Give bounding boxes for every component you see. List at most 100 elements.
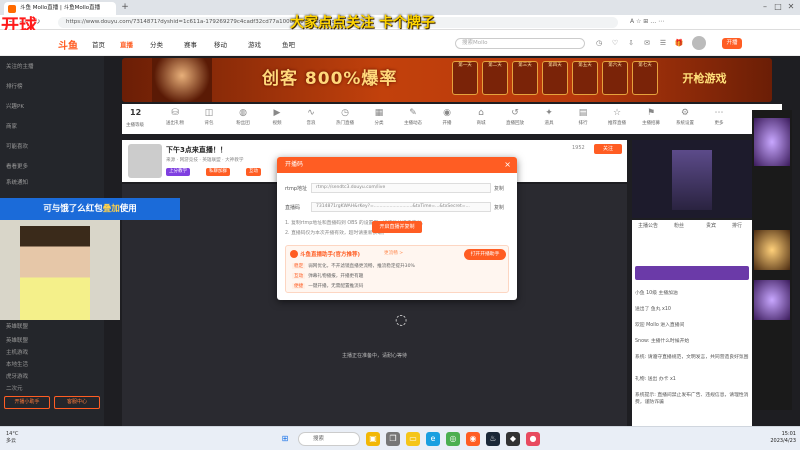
- sidebar-service-button[interactable]: 客服中心: [54, 396, 100, 409]
- close-icon[interactable]: ✕: [786, 2, 796, 12]
- rtmp-address-field[interactable]: rtmp://sendtc3.douyu.com/live: [311, 183, 491, 193]
- sidebar-item-pk[interactable]: 兴趣PK: [6, 102, 24, 110]
- douyu-icon[interactable]: ◉: [466, 432, 480, 446]
- gift-art-2: [754, 230, 790, 270]
- nav-mobile[interactable]: 移动: [214, 39, 227, 49]
- widgets-icon[interactable]: ▣: [366, 432, 380, 446]
- site-logo[interactable]: 斗鱼: [58, 37, 78, 52]
- banner-character-art: [152, 58, 212, 102]
- sidebar-item-more[interactable]: 看看更多: [6, 162, 28, 170]
- nav-home[interactable]: 首页: [92, 39, 105, 49]
- start-live-copy-button[interactable]: 开启直播并复制: [372, 221, 422, 233]
- webcam-overlay: [0, 208, 120, 320]
- explorer-icon[interactable]: ▭: [406, 432, 420, 446]
- gift-side-banner[interactable]: [752, 110, 792, 410]
- taskbar-search[interactable]: 搜索: [298, 432, 360, 446]
- chrome-icon[interactable]: ◎: [446, 432, 460, 446]
- start-icon[interactable]: ⊞: [278, 432, 292, 446]
- task-icon[interactable]: ☰: [658, 38, 668, 48]
- anchor-level-label: 主播等级: [126, 123, 144, 128]
- sidebar-helper-button[interactable]: 开播小助手: [4, 396, 50, 409]
- history-icon[interactable]: ◷: [594, 38, 604, 48]
- app-icon-2[interactable]: ●: [526, 432, 540, 446]
- settings-icon: ⚙: [680, 108, 690, 118]
- room-tag[interactable]: 私聊加群: [206, 168, 230, 176]
- bag-icon: ◫: [204, 108, 214, 118]
- minimize-icon[interactable]: –: [760, 2, 770, 12]
- banner-cta-button[interactable]: 开枪游戏: [667, 68, 742, 90]
- steam-icon[interactable]: ♨: [486, 432, 500, 446]
- open-assistant-button[interactable]: 打开开播助手: [464, 249, 506, 260]
- search-input[interactable]: 搜索Mollo: [455, 38, 585, 49]
- toolbar-item: ◫ 背包: [194, 106, 224, 132]
- sidebar-item-follow[interactable]: 关注的主播: [6, 62, 34, 70]
- tab-fans[interactable]: 粉丝: [674, 222, 684, 229]
- copy-rtmp-button[interactable]: 复制: [494, 185, 504, 192]
- nav-events[interactable]: 赛事: [184, 39, 197, 49]
- toolbar-item: ⛁ 送出礼物: [160, 106, 190, 132]
- gift-art-3: [754, 280, 790, 320]
- promo-sub[interactable]: 更流畅 >: [384, 250, 403, 256]
- sidebar-item-console[interactable]: 主机游戏: [6, 348, 28, 356]
- nav-yuba[interactable]: 鱼吧: [282, 39, 295, 49]
- tab-vip[interactable]: 贵宾: [706, 222, 716, 229]
- browser-extensions[interactable]: A ☆ ⊞ … ⋯: [630, 18, 664, 25]
- shop-icon: ⌂: [478, 108, 484, 118]
- start-live-button[interactable]: 开播: [722, 38, 742, 49]
- tab-notice[interactable]: 主播公告: [638, 222, 658, 229]
- promo-banner[interactable]: 创客 800%爆率 第一天 第二天 第三天 第四天 第五天 第六天 第七天 开枪…: [122, 58, 772, 102]
- toolbar-item: ✎ 主播动态: [398, 106, 428, 132]
- room-tag[interactable]: 上分教学: [166, 168, 190, 176]
- sidebar-item-notice[interactable]: 系统通知: [6, 178, 28, 186]
- follow-icon[interactable]: ♡: [610, 38, 620, 48]
- download-icon[interactable]: ⇩: [626, 38, 636, 48]
- app-icon[interactable]: ◆: [506, 432, 520, 446]
- mini-video-preview[interactable]: [632, 140, 752, 218]
- anchor-level: 12: [130, 108, 142, 117]
- sidebar-item-acg[interactable]: 二次元: [6, 384, 23, 392]
- sidebar-item-rank[interactable]: 排行榜: [6, 82, 23, 90]
- copy-key-button[interactable]: 复制: [494, 204, 504, 211]
- follow-button[interactable]: 关注: [594, 144, 622, 154]
- nav-games[interactable]: 游戏: [248, 39, 261, 49]
- anchor-avatar[interactable]: [128, 144, 162, 178]
- room-tag[interactable]: 互动: [246, 168, 261, 176]
- toolbar-item: ☆ 推荐直播: [602, 106, 632, 132]
- stream-key-field[interactable]: 7314871rgKWAH&rKey?=....................…: [311, 202, 491, 212]
- edge-icon[interactable]: e: [426, 432, 440, 446]
- chat-message: 系统提示: 直播间禁止发布广告、违规信息，请理性消费，谨防诈骗: [635, 393, 749, 405]
- prop-icon: ✦: [545, 108, 553, 118]
- tab-title: 斗鱼 Mollo直播 | 斗鱼Mollo直播: [20, 5, 101, 11]
- toolbar-item: ↺ 直播回放: [500, 106, 530, 132]
- toolbar-item: ◉ 开播: [432, 106, 462, 132]
- modal-close-icon[interactable]: ×: [504, 157, 511, 173]
- gift-icon[interactable]: 🎁: [674, 38, 684, 48]
- promo-line: 稳定 弱网优化，不开滤镜直播更流畅，推流稳定提升30%: [292, 263, 415, 269]
- room-title: 下午3点来直播！！: [166, 146, 227, 154]
- chat-message: 欢迎 Mollo 进入直播间: [635, 323, 685, 328]
- toolbar-item: ✦ 道具: [534, 106, 564, 132]
- task-view-icon[interactable]: ❐: [386, 432, 400, 446]
- nav-category[interactable]: 分类: [150, 39, 163, 49]
- gift-promo-strip[interactable]: [635, 266, 749, 280]
- sidebar-item-shop[interactable]: 商家: [6, 122, 17, 130]
- chat-message: Snow: 主播什么时候开始: [635, 339, 690, 344]
- room-meta: 来源 · 网游竞技 · 英雄联盟 · 大神教学: [166, 158, 244, 163]
- sidebar-item-recommend[interactable]: 可能喜欢: [6, 142, 28, 150]
- tab-rank[interactable]: 排行: [732, 222, 742, 229]
- sidebar-item-lol[interactable]: 英雄联盟: [6, 322, 28, 330]
- system-clock[interactable]: 15:01 2023/4/23: [760, 431, 796, 445]
- sidebar-item-huya[interactable]: 虎牙游戏: [6, 372, 28, 380]
- message-icon[interactable]: ✉: [642, 38, 652, 48]
- banner-prize: 第一天: [452, 61, 478, 95]
- rank-icon: ▤: [578, 108, 588, 118]
- preview-scene: [672, 150, 712, 210]
- sidebar-item-lol2[interactable]: 英雄联盟: [6, 336, 28, 344]
- new-tab-icon[interactable]: +: [120, 2, 130, 12]
- user-avatar[interactable]: [692, 36, 706, 50]
- nav-live[interactable]: 直播: [120, 39, 133, 49]
- player-tip: 主播正在准备中，请耐心等待: [341, 353, 407, 359]
- weather-widget[interactable]: 14°C 多云: [6, 431, 18, 445]
- maximize-icon[interactable]: □: [773, 2, 783, 12]
- sidebar-item-local[interactable]: 本地生活: [6, 360, 28, 368]
